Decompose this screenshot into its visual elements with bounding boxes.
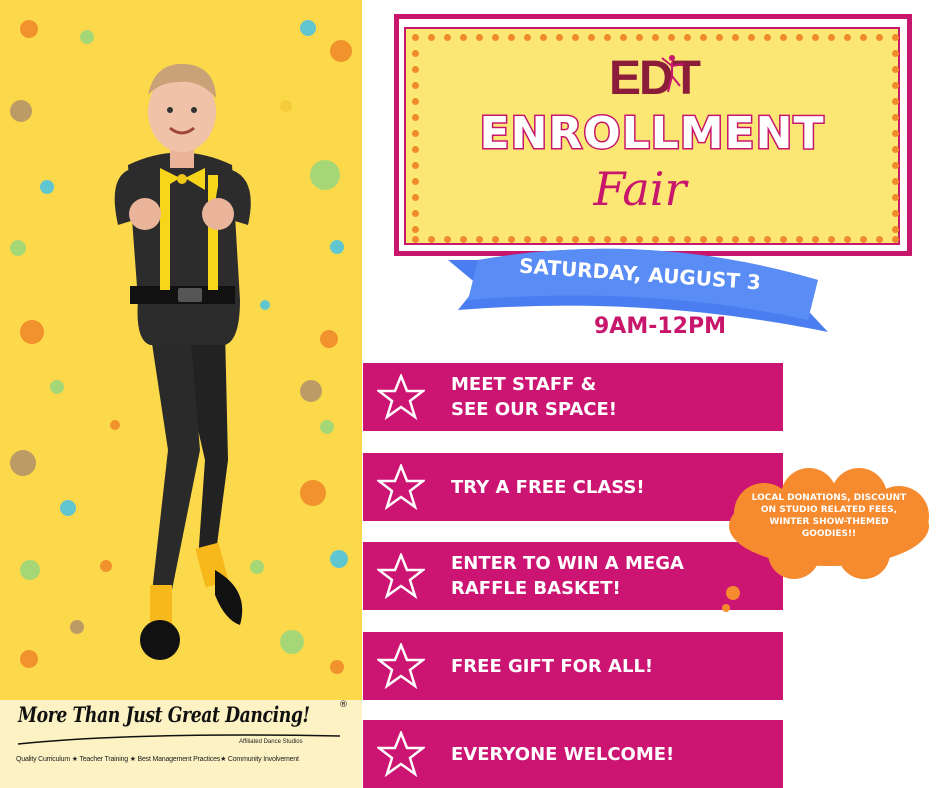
feature-bar: FREE GIFT FOR ALL! — [363, 632, 783, 700]
marquee-bulb — [844, 34, 851, 41]
marquee-bulb — [876, 34, 883, 41]
marquee-bulb — [412, 226, 419, 233]
marquee-bulb — [892, 130, 899, 137]
marquee-bulb — [892, 50, 899, 57]
marquee-bulb — [700, 34, 707, 41]
marquee-bulb — [780, 34, 787, 41]
marquee-bulb — [748, 34, 755, 41]
marquee-bulb — [828, 34, 835, 41]
marquee-bulb — [860, 236, 867, 243]
dancer-icon — [661, 55, 685, 93]
dancer-photo — [114, 63, 251, 660]
star-icon — [377, 374, 425, 420]
marquee-bulb — [444, 34, 451, 41]
feature-label: MEET STAFF & SEE OUR SPACE! — [451, 374, 618, 420]
marquee-bulb — [412, 50, 419, 57]
marquee-bulb — [620, 34, 627, 41]
feature-bar: ENTER TO WIN A MEGA RAFFLE BASKET! — [363, 542, 783, 610]
marquee-bulb — [796, 34, 803, 41]
marquee-bulb — [428, 34, 435, 41]
marquee-bulb — [892, 146, 899, 153]
marquee-bulb — [684, 34, 691, 41]
marquee-bulb — [412, 146, 419, 153]
star-icon — [377, 464, 425, 510]
studio-logo: EDT — [609, 52, 701, 105]
marquee-bulb — [892, 194, 899, 201]
marquee-bulb — [892, 236, 899, 243]
marquee-bulb — [652, 34, 659, 41]
left-panel — [0, 0, 362, 788]
marquee-bulb — [492, 34, 499, 41]
marquee-bulb — [412, 66, 419, 73]
marquee-bulb — [876, 236, 883, 243]
marquee-bulb — [604, 34, 611, 41]
star-icon — [377, 553, 425, 599]
marquee-bulb — [524, 34, 531, 41]
marquee-bulb — [892, 114, 899, 121]
marquee-bulb — [412, 178, 419, 185]
marquee-bulb — [892, 82, 899, 89]
event-time: 9AM-12PM — [594, 314, 726, 339]
marquee-bulb — [892, 34, 899, 41]
marquee-bulb — [636, 34, 643, 41]
feature-bar: MEET STAFF & SEE OUR SPACE! — [363, 363, 783, 431]
feature-bar: TRY A FREE CLASS! — [363, 453, 783, 521]
marquee-bulb — [572, 34, 579, 41]
brand-tagline: Quality Curriculum ★ Teacher Training ★ … — [16, 756, 299, 763]
marquee-bulb — [892, 226, 899, 233]
feature-label: EVERYONE WELCOME! — [451, 743, 675, 765]
brand-name: More Than Just Great Dancing! — [18, 702, 310, 727]
star-icon — [377, 643, 425, 689]
marquee-bulb — [860, 34, 867, 41]
feature-bar: EVERYONE WELCOME! — [363, 720, 783, 788]
star-icon — [377, 731, 425, 777]
brand-registered: ® — [339, 700, 348, 710]
marquee-bulb — [812, 34, 819, 41]
marquee-bulb — [588, 34, 595, 41]
marquee-bulb — [412, 98, 419, 105]
marquee-bulb — [412, 82, 419, 89]
marquee-bulb — [476, 34, 483, 41]
feature-label: TRY A FREE CLASS! — [451, 476, 645, 498]
marquee-bulb — [412, 236, 419, 243]
marquee-bulb — [844, 236, 851, 243]
event-title: ENROLLMENT — [478, 107, 825, 161]
brand-subtitle: Affiliated Dance Studios — [239, 739, 303, 745]
marquee-bulb — [540, 34, 547, 41]
feature-label: ENTER TO WIN A MEGA RAFFLE BASKET! — [451, 553, 684, 599]
marquee-bulb — [460, 34, 467, 41]
marquee-bulb — [892, 178, 899, 185]
marquee-bulb — [716, 34, 723, 41]
marquee-bulb — [668, 34, 675, 41]
event-subtitle: Fair — [593, 162, 687, 216]
feature-label: FREE GIFT FOR ALL! — [451, 655, 654, 677]
marquee-bulb — [892, 98, 899, 105]
marquee-bulb — [412, 194, 419, 201]
callout-puff — [722, 604, 730, 612]
marquee-bulb — [892, 162, 899, 169]
marquee-bulb — [892, 210, 899, 217]
marquee-bulb — [412, 210, 419, 217]
brand-swoosh-icon — [17, 734, 341, 745]
marquee-bulb — [412, 114, 419, 121]
marquee-bulb — [508, 34, 515, 41]
marquee-bulb — [412, 34, 419, 41]
marquee-bulb — [412, 130, 419, 137]
marquee-bulb — [412, 162, 419, 169]
marquee-bulb — [732, 34, 739, 41]
callout-puff — [726, 586, 740, 600]
marquee-bulb — [764, 34, 771, 41]
marquee-bulb — [428, 236, 435, 243]
callout-text: LOCAL DONATIONS, DISCOUNT ON STUDIO RELA… — [751, 493, 907, 539]
marquee-bulb — [556, 34, 563, 41]
marquee-bulb — [892, 66, 899, 73]
